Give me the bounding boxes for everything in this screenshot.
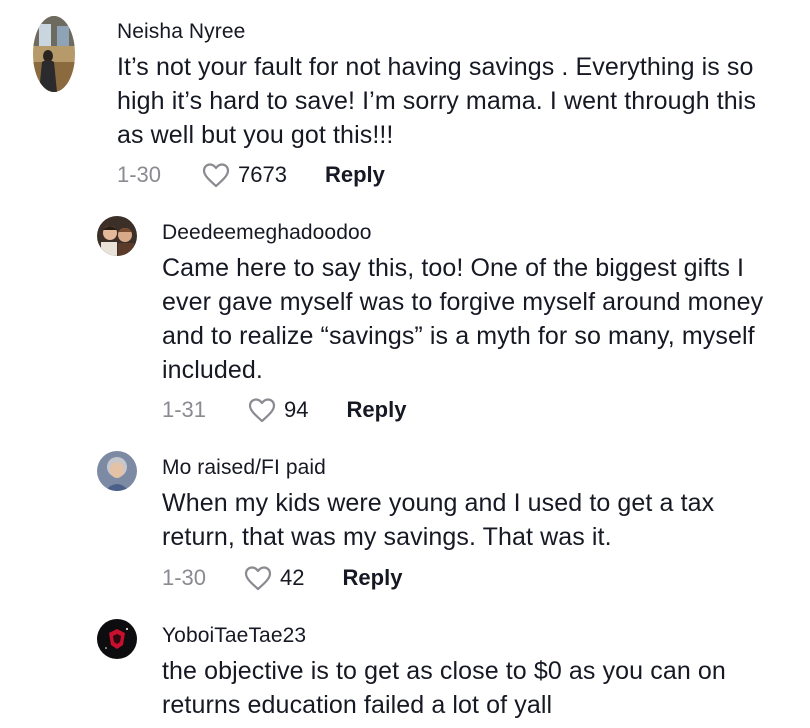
comment-text: It’s not your fault for not having savin… [117,53,757,149]
like-count: 42 [280,565,305,590]
comment-meta: 1-31 94 Reply [162,397,406,423]
heart-icon [248,398,276,423]
heart-icon [202,163,230,188]
comment-text: Came here to say this, too! One of the b… [162,254,764,384]
comment-author[interactable]: Neisha Nyree [117,20,245,44]
comment-author[interactable]: Mo raised/FI paid [162,456,326,480]
comment-text: When my kids were young and I used to ge… [162,489,715,551]
comment-meta: 1-30 42 Reply [162,565,402,591]
reply-button[interactable]: Reply [343,565,403,591]
like-button[interactable]: 7673 [202,162,287,188]
avatar[interactable] [97,619,137,659]
comment-author[interactable]: Deedeemeghadoodoo [162,221,372,245]
like-button[interactable]: 94 [248,397,309,423]
comment-meta: 1-30 7673 Reply [117,162,385,188]
reply-button[interactable]: Reply [347,397,407,423]
heart-icon [244,566,272,591]
reply-button[interactable]: Reply [325,162,385,188]
comment-author[interactable]: YoboiTaeTae23 [162,624,306,648]
comment-date: 1-30 [117,162,162,187]
avatar[interactable] [33,16,75,92]
comment-text: the objective is to get as close to $0 a… [162,657,726,719]
comment-date: 1-30 [162,565,207,590]
like-count: 94 [284,397,309,422]
avatar[interactable] [97,451,137,491]
comment-date: 1-31 [162,397,207,422]
like-button[interactable]: 42 [244,565,305,591]
avatar[interactable] [97,216,137,256]
like-count: 7673 [238,162,287,187]
